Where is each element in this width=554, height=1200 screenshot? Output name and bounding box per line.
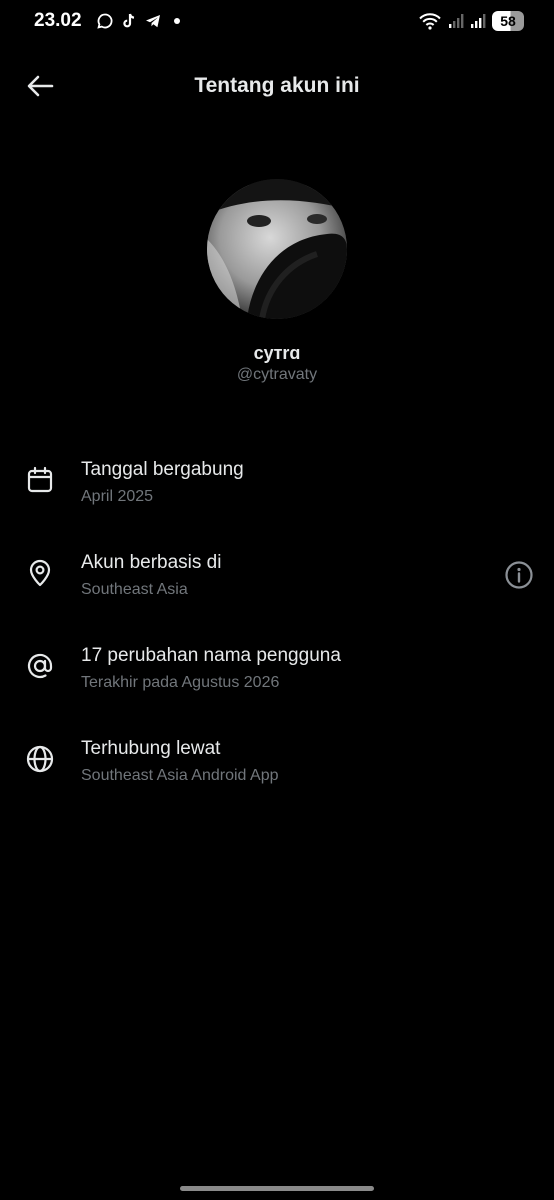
header: Tentang akun ini	[0, 60, 554, 116]
telegram-icon	[144, 12, 162, 30]
location-pin-icon	[24, 557, 56, 589]
avatar[interactable]	[207, 179, 347, 319]
list-item-subtitle: Terakhir pada Agustus 2026	[81, 674, 280, 691]
calendar-icon	[24, 464, 56, 496]
info-icon	[504, 560, 534, 595]
tiktok-icon	[120, 12, 138, 30]
list-item-title: Terhubung lewat	[81, 738, 221, 759]
list-item-title: Akun berbasis di	[81, 552, 222, 573]
list-item-join-date: Tanggal bergabung April 2025	[0, 440, 554, 510]
username-handle: @cytravaty	[236, 366, 318, 383]
location-info-button[interactable]	[502, 560, 536, 594]
list-item-username-changes: 17 perubahan nama pengguna Terakhir pada…	[0, 626, 554, 696]
home-indicator[interactable]	[180, 1186, 374, 1191]
chat-bubble-icon	[96, 12, 114, 30]
status-bar: 23.02 58	[0, 0, 554, 46]
page-title: Tentang akun ini	[194, 74, 360, 97]
list-item-title: 17 perubahan nama pengguna	[81, 645, 341, 666]
list-item-subtitle: April 2025	[81, 488, 154, 505]
display-name: cyтrɑ	[253, 343, 301, 363]
at-sign-icon	[24, 650, 56, 682]
list-item-title: Tanggal bergabung	[81, 459, 244, 480]
status-time: 23.02	[34, 10, 82, 31]
list-item-subtitle: Southeast Asia Android App	[81, 767, 279, 784]
list-item-subtitle: Southeast Asia	[81, 581, 188, 598]
signal-icon	[448, 13, 464, 29]
list-item-connected-via: Terhubung lewat Southeast Asia Android A…	[0, 719, 554, 789]
status-notification-icons	[96, 12, 180, 30]
status-system-icons: 58	[418, 11, 524, 31]
notification-dot-icon	[174, 18, 180, 24]
wifi-icon	[418, 12, 442, 30]
battery-icon: 58	[492, 11, 524, 31]
signal-icon	[470, 13, 486, 29]
globe-icon	[24, 743, 56, 775]
list-item-account-location: Akun berbasis di Southeast Asia	[0, 533, 554, 603]
